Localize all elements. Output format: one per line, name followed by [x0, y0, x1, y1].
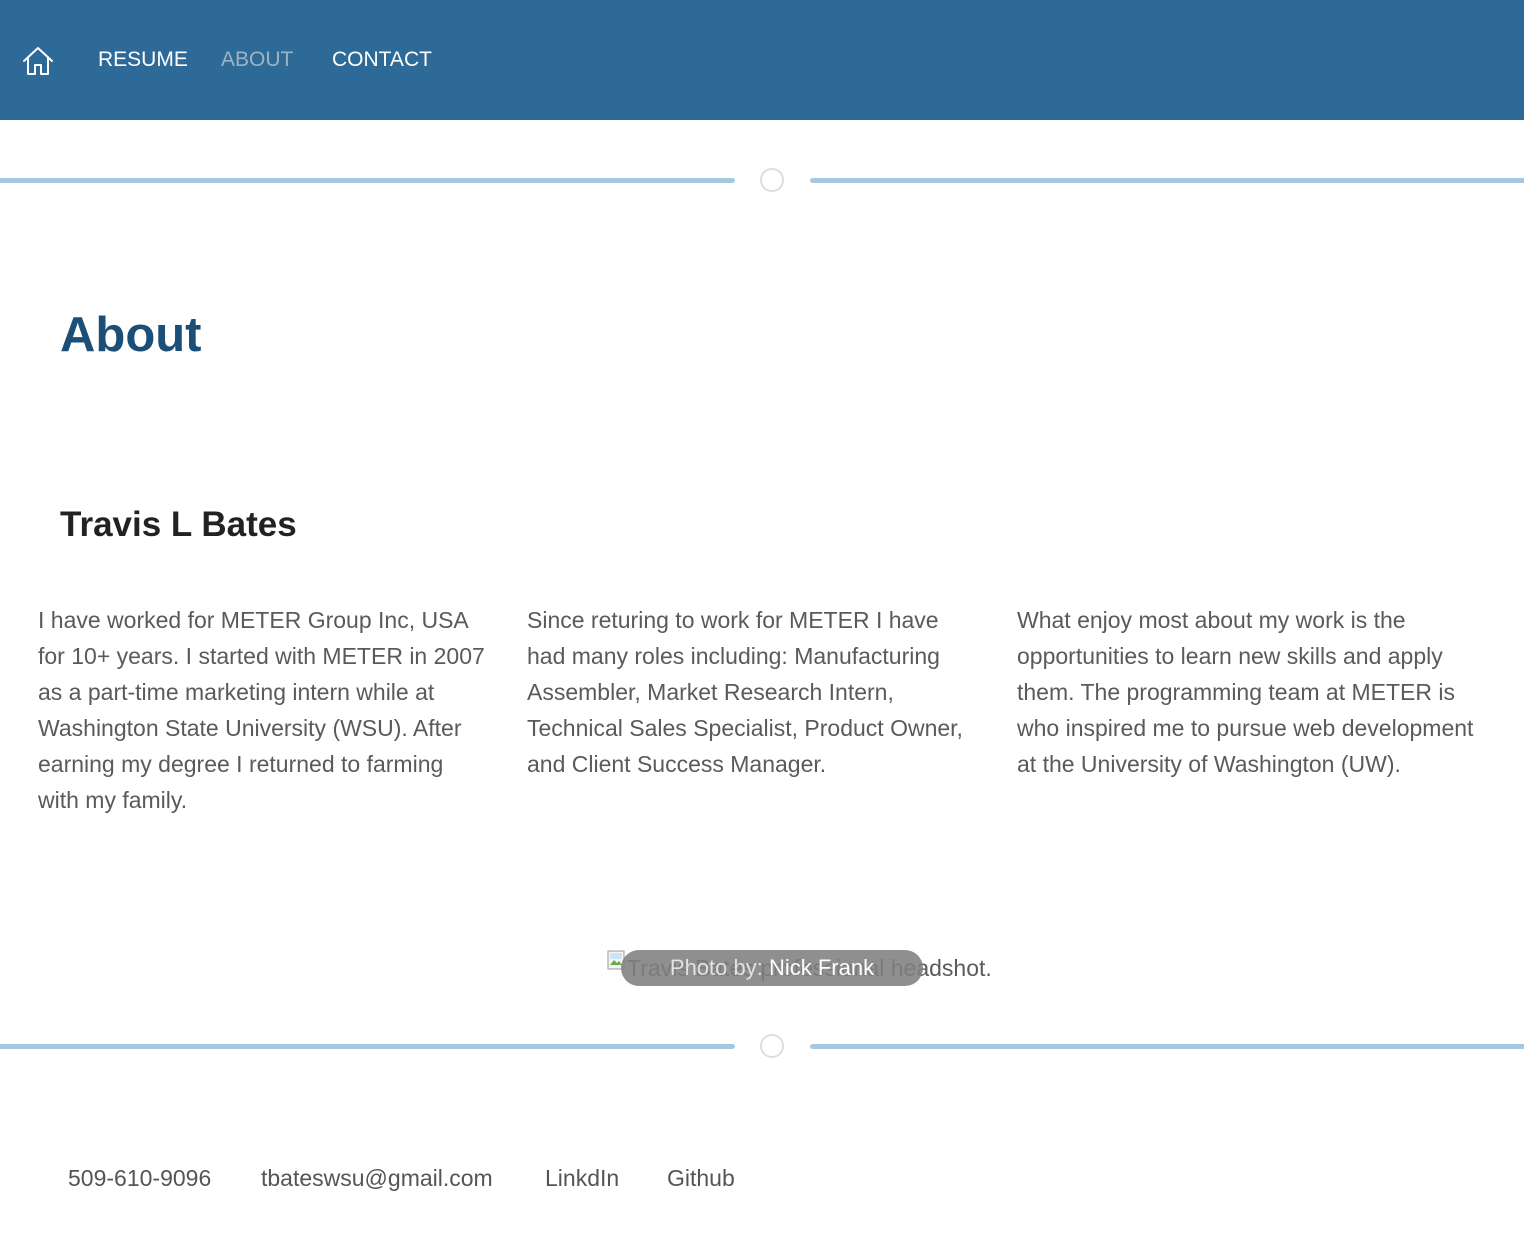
section-divider-top — [0, 168, 1524, 194]
home-icon[interactable] — [22, 46, 54, 76]
about-paragraph-2: Since returing to work for METER I have … — [527, 607, 963, 777]
divider-circle-icon — [760, 1034, 784, 1058]
headshot-photo: Travis Bates professional headshot. Phot… — [607, 950, 992, 986]
person-name: Travis L Bates — [60, 505, 297, 544]
footer-github-link[interactable]: Github — [667, 1163, 735, 1193]
about-paragraph-3: What enjoy most about my work is the opp… — [1017, 607, 1474, 777]
divider-line-right — [810, 178, 1524, 183]
divider-line-left — [0, 1044, 735, 1049]
nav-resume-link[interactable]: RESUME — [98, 47, 188, 73]
nav-about-link[interactable]: ABOUT — [221, 47, 293, 73]
page: RESUME ABOUT CONTACT About Travis L Bate… — [0, 0, 1524, 1247]
footer-linkedin-link[interactable]: LinkdIn — [545, 1163, 619, 1193]
section-divider-bottom — [0, 1034, 1524, 1060]
about-paragraph-1: I have worked for METER Group Inc, USA f… — [38, 607, 485, 813]
photo-caption: Photo by: Nick Frank — [621, 950, 923, 986]
nav-contact-link[interactable]: CONTACT — [332, 47, 432, 73]
photo-caption-prefix: Photo by: — [669, 955, 763, 980]
photo-credit-name: Nick Frank — [768, 955, 875, 980]
footer-email-link[interactable]: tbateswsu@gmail.com — [261, 1163, 493, 1193]
footer-phone-link[interactable]: 509-610-9096 — [68, 1163, 211, 1193]
divider-line-left — [0, 178, 735, 183]
page-title: About — [60, 308, 202, 362]
divider-circle-icon — [760, 168, 784, 192]
top-nav: RESUME ABOUT CONTACT — [0, 0, 1524, 120]
divider-line-right — [810, 1044, 1524, 1049]
